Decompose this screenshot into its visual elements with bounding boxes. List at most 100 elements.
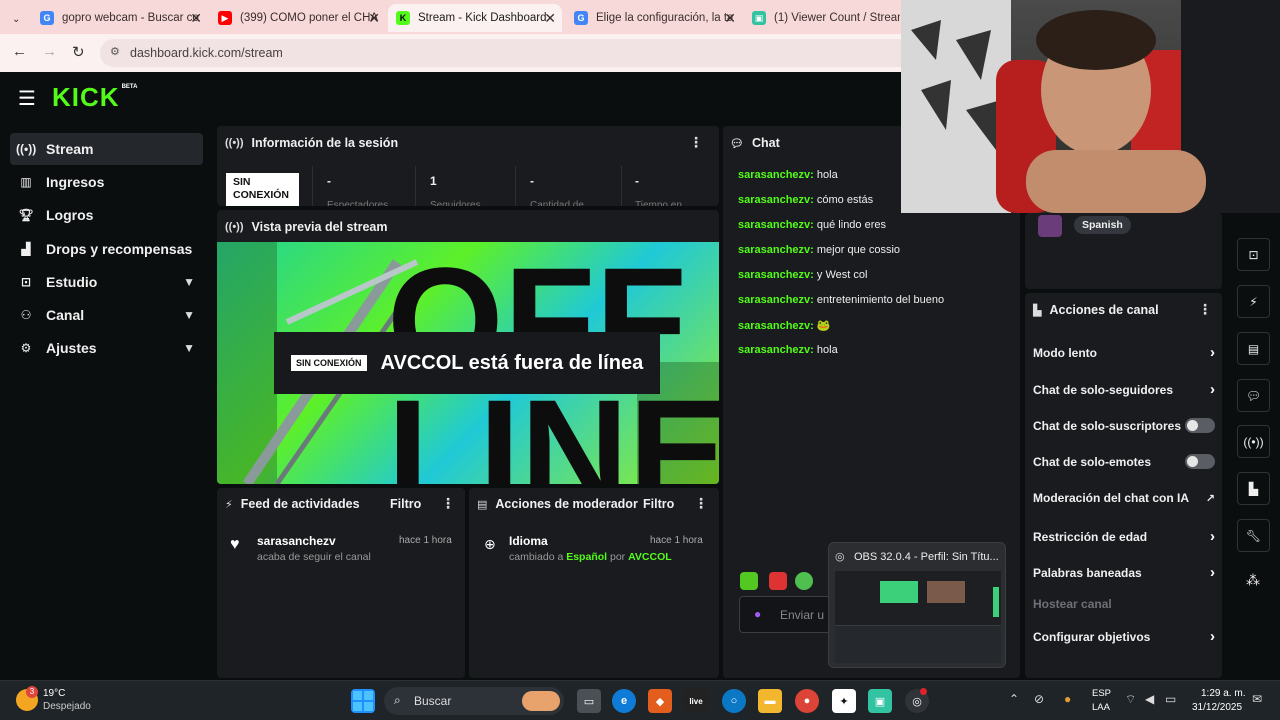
channel-widget-button[interactable]: ▙ bbox=[1237, 472, 1270, 505]
chat-text: entretenimiento del bueno bbox=[816, 294, 945, 306]
edge-icon[interactable]: e bbox=[612, 689, 636, 713]
lang-bottom[interactable]: LAA bbox=[1092, 702, 1110, 713]
network-off-icon[interactable]: ⊘ bbox=[1034, 692, 1044, 706]
broadcast-icon: ((•)) bbox=[225, 137, 244, 149]
emote-icon[interactable] bbox=[740, 572, 758, 590]
volume-icon[interactable]: ◀︎ bbox=[1145, 692, 1154, 706]
obs-icon: ◎ bbox=[835, 551, 845, 563]
feed-user[interactable]: sarasanchezv bbox=[257, 534, 336, 548]
emote-icon[interactable] bbox=[769, 572, 787, 590]
forward-arrow-icon[interactable]: → bbox=[42, 43, 57, 60]
chrome-icon[interactable]: ● bbox=[795, 689, 819, 713]
cortana-icon[interactable]: ○ bbox=[722, 689, 746, 713]
tab-viewer-count[interactable]: ▣ (1) Viewer Count / Stream bbox=[744, 4, 900, 32]
fl-studio-icon[interactable]: ◆ bbox=[648, 689, 672, 713]
chevron-down-icon: ▼ bbox=[183, 275, 195, 289]
subs-only-toggle[interactable] bbox=[1185, 418, 1215, 433]
tab-list-button[interactable]: ⌄ bbox=[4, 5, 28, 33]
chat-input[interactable]: ● Enviar u bbox=[739, 596, 831, 633]
more-options-icon[interactable]: ⋮ bbox=[441, 495, 455, 512]
streamlabs-icon[interactable]: ▣ bbox=[868, 689, 892, 713]
chat-username[interactable]: sarasanchezv: bbox=[738, 269, 814, 281]
tab-kick-dashboard[interactable]: K Stream - Kick Dashboard ✕ bbox=[388, 4, 562, 32]
action-banned-words[interactable]: Palabras baneadas › bbox=[1033, 564, 1215, 581]
back-arrow-icon[interactable]: ← bbox=[12, 43, 27, 60]
action-slow-mode[interactable]: Modo lento › bbox=[1033, 344, 1215, 361]
sidebar-item-canal[interactable]: ⚇ Canal ▼ bbox=[10, 299, 203, 331]
chat-message: sarasanchezv: hola bbox=[738, 169, 838, 181]
task-view-icon[interactable]: ▭ bbox=[577, 689, 601, 713]
chat-username[interactable]: sarasanchezv: bbox=[738, 169, 814, 181]
camera-widget-button[interactable]: ⊡ bbox=[1237, 238, 1270, 271]
clock-date[interactable]: 31/12/2025 bbox=[1192, 702, 1242, 713]
url-field[interactable]: ⚙ dashboard.kick.com/stream bbox=[100, 39, 920, 67]
action-subs-only[interactable]: Chat de solo-suscriptores bbox=[1033, 418, 1215, 433]
notes-button[interactable]: ▤ bbox=[1237, 332, 1270, 365]
mic-icon[interactable]: ● bbox=[754, 607, 761, 621]
file-explorer-icon[interactable]: ▬ bbox=[758, 689, 782, 713]
chat-username[interactable]: sarasanchezv: bbox=[738, 294, 814, 306]
add-widget-icon[interactable]: ⁂ bbox=[1246, 572, 1260, 589]
filter-button[interactable]: Filtro bbox=[390, 497, 421, 511]
battery-icon[interactable]: ▭ bbox=[1165, 692, 1176, 706]
tab-config[interactable]: G Elige la configuración, la ta ✕ bbox=[566, 4, 742, 32]
kick-logo[interactable]: KICK BETA bbox=[52, 84, 137, 110]
action-goals[interactable]: Configurar objetivos › bbox=[1033, 628, 1215, 645]
chat-username[interactable]: sarasanchezv: bbox=[738, 320, 814, 332]
action-followers-only[interactable]: Chat de solo-seguidores › bbox=[1033, 381, 1215, 398]
tab-youtube[interactable]: ▶ (399) COMO poner el CHA ✕ bbox=[210, 4, 386, 32]
sidebar-item-drops[interactable]: ▟ Drops y recompensas bbox=[10, 233, 203, 265]
logo-text: KICK bbox=[52, 82, 120, 112]
clock-time[interactable]: 1:29 a. m. bbox=[1201, 688, 1245, 699]
quick-actions-button[interactable]: ⚡︎ bbox=[1237, 285, 1270, 318]
obs-taskbar-preview[interactable]: ◎ OBS 32.0.4 - Perfil: Sin Títu... bbox=[828, 542, 1006, 668]
tab-gopro-search[interactable]: G gopro webcam - Buscar co ✕ bbox=[32, 4, 208, 32]
tools-widget-button[interactable]: 🔧︎ bbox=[1237, 519, 1270, 552]
tab-label: Stream - Kick Dashboard bbox=[418, 12, 547, 24]
reload-icon[interactable]: ↻ bbox=[72, 43, 85, 61]
chat-username[interactable]: sarasanchezv: bbox=[738, 244, 814, 256]
sidebar-item-ingresos[interactable]: ▥ Ingresos bbox=[10, 166, 203, 198]
microphone-icon[interactable]: ● bbox=[1064, 692, 1071, 706]
chat-text: hola bbox=[816, 344, 838, 356]
sidebar-item-logros[interactable]: 🏆︎ Logros bbox=[10, 199, 203, 231]
offline-thumbnail[interactable]: OFF LINE SIN CONEXIÓN AVCCOL está fuera … bbox=[217, 242, 719, 484]
chat-username[interactable]: sarasanchezv: bbox=[738, 344, 814, 356]
lang-top[interactable]: ESP bbox=[1092, 688, 1111, 699]
filter-button[interactable]: Filtro bbox=[643, 497, 674, 511]
chat-bubble-icon: 💬︎ bbox=[730, 137, 744, 150]
channel-icon: ▙ bbox=[1033, 304, 1042, 317]
chat-username[interactable]: sarasanchezv: bbox=[738, 219, 814, 231]
windows-start-icon[interactable] bbox=[351, 689, 375, 713]
capcut-icon[interactable]: ✦ bbox=[832, 689, 856, 713]
emotes-only-toggle[interactable] bbox=[1185, 454, 1215, 469]
sidebar-item-estudio[interactable]: ⊡ Estudio ▼ bbox=[10, 266, 203, 298]
site-info-icon[interactable]: ⚙ bbox=[110, 45, 120, 58]
close-icon[interactable]: ✕ bbox=[368, 10, 380, 27]
more-options-icon[interactable]: ⋮ bbox=[689, 134, 703, 151]
close-icon[interactable]: ✕ bbox=[724, 10, 736, 27]
chat-username[interactable]: sarasanchezv: bbox=[738, 194, 814, 206]
action-label: Chat de solo-suscriptores bbox=[1033, 418, 1182, 433]
notifications-icon[interactable]: ✉ bbox=[1252, 692, 1262, 706]
wifi-icon[interactable]: ⌔ bbox=[1125, 692, 1136, 707]
more-options-icon[interactable]: ⋮ bbox=[694, 495, 708, 512]
mod-desc-user[interactable]: AVCCOL bbox=[628, 551, 672, 563]
broadcast-widget-button[interactable]: ((•)) bbox=[1237, 425, 1270, 458]
live-icon[interactable]: live bbox=[684, 689, 708, 713]
action-ai-moderation[interactable]: Moderación del chat con IA ↗ bbox=[1033, 491, 1215, 505]
more-options-icon[interactable]: ⋮ bbox=[1198, 301, 1212, 318]
close-icon[interactable]: ✕ bbox=[544, 10, 556, 27]
sidebar-item-ajustes[interactable]: ⚙ Ajustes ▼ bbox=[10, 332, 203, 364]
emote-icon[interactable] bbox=[795, 572, 813, 590]
chat-widget-button[interactable]: 💬︎ bbox=[1237, 379, 1270, 412]
taskbar-search[interactable]: ⌕ Buscar bbox=[384, 687, 564, 715]
sidebar-item-stream[interactable]: ((•)) Stream bbox=[10, 133, 203, 165]
chevron-up-icon[interactable]: ⌃ bbox=[1009, 692, 1019, 706]
document-icon: ▤ bbox=[477, 498, 488, 511]
menu-icon[interactable]: ☰ bbox=[18, 86, 36, 111]
action-age-restriction[interactable]: Restricción de edad › bbox=[1033, 528, 1215, 545]
close-icon[interactable]: ✕ bbox=[190, 10, 202, 27]
chevron-down-icon: ⌄ bbox=[12, 13, 21, 25]
action-emotes-only[interactable]: Chat de solo-emotes bbox=[1033, 454, 1215, 469]
